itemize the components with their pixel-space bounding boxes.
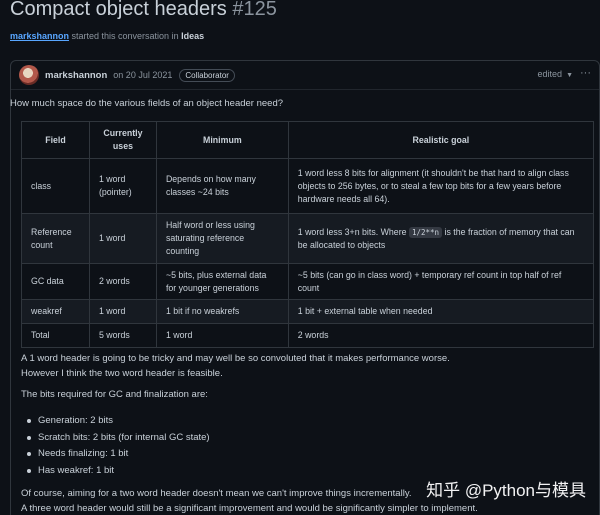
table-cell: ~5 bits, plus external data for younger … (156, 264, 288, 300)
table-cell: class (22, 159, 90, 214)
table-header-cell: Realistic goal (288, 122, 593, 159)
table-cell: GC data (22, 264, 90, 300)
list-item: Needs finalizing: 1 bit (26, 446, 210, 463)
comment-author[interactable]: markshannon (45, 70, 107, 81)
chevron-down-icon: ▼ (566, 72, 573, 79)
paragraph-line: Of course, aiming for a two word header … (21, 486, 478, 501)
table-cell: 2 words (288, 324, 593, 348)
paragraph: A 1 word header is going to be tricky an… (21, 351, 450, 381)
table-cell: 1 word (pointer) (89, 159, 156, 214)
category-link[interactable]: Ideas (181, 31, 204, 41)
table-cell: Total (22, 324, 90, 348)
avatar[interactable] (19, 65, 39, 85)
comment-header: markshannon on 20 Jul 2021 Collaborator … (11, 61, 599, 90)
table-cell: Depends on how many classes ~24 bits (156, 159, 288, 214)
table-row: weakref 1 word 1 bit if no weakrefs 1 bi… (22, 300, 594, 324)
table-cell: 2 words (89, 264, 156, 300)
paragraph-line: A three word header would still be a sig… (21, 501, 478, 515)
table-cell: 1 word (156, 324, 288, 348)
edited-label: edited (538, 69, 563, 79)
paragraph-line: A 1 word header is going to be tricky an… (21, 351, 450, 366)
table-row: Reference count 1 word Half word or less… (22, 214, 594, 264)
discussion-number: #125 (232, 0, 277, 20)
discussion-subline: markshannon started this conversation in… (10, 31, 204, 41)
table-header-cell: Minimum (156, 122, 288, 159)
header-fields-table: Field Currently uses Minimum Realistic g… (21, 121, 594, 348)
paragraph-line: However I think the two word header is f… (21, 366, 450, 381)
list-item: Scratch bits: 2 bits (for internal GC st… (26, 430, 210, 447)
table-header-cell: Field (22, 122, 90, 159)
bullet-list: Generation: 2 bits Scratch bits: 2 bits … (26, 413, 210, 479)
kebab-menu-icon[interactable]: ··· (580, 67, 591, 79)
table-cell: weakref (22, 300, 90, 324)
table-cell: 1 word less 8 bits for alignment (it sho… (288, 159, 593, 214)
table-row: Total 5 words 1 word 2 words (22, 324, 594, 348)
table-cell: Reference count (22, 214, 90, 264)
list-item: Has weakref: 1 bit (26, 463, 210, 480)
table-cell: Half word or less using saturating refer… (156, 214, 288, 264)
table-header-cell: Currently uses (89, 122, 156, 159)
collaborator-badge: Collaborator (179, 69, 235, 82)
author-link[interactable]: markshannon (10, 31, 69, 41)
goal-text: 1 word less 3+n bits. Where (298, 227, 409, 237)
subline-text: started this conversation in (69, 31, 181, 41)
watermark: 知乎 @Python与模具 (426, 476, 586, 501)
table-cell: 1 bit if no weakrefs (156, 300, 288, 324)
table-row: class 1 word (pointer) Depends on how ma… (22, 159, 594, 214)
table-header-row: Field Currently uses Minimum Realistic g… (22, 122, 594, 159)
page-title: Compact object headers #125 (10, 0, 277, 21)
list-item: Generation: 2 bits (26, 413, 210, 430)
inline-code: 1/2**n (409, 227, 442, 238)
table-cell: 1 word (89, 214, 156, 264)
table-cell: ~5 bits (can go in class word) + tempora… (288, 264, 593, 300)
discussion-title: Compact object headers (10, 0, 227, 20)
table-row: GC data 2 words ~5 bits, plus external d… (22, 264, 594, 300)
comment-date[interactable]: on 20 Jul 2021 (113, 70, 172, 80)
table-cell: 1 bit + external table when needed (288, 300, 593, 324)
table-cell: 1 word less 3+n bits. Where 1/2**n is th… (288, 214, 593, 264)
table-cell: 1 word (89, 300, 156, 324)
paragraph: Of course, aiming for a two word header … (21, 486, 478, 515)
paragraph: The bits required for GC and finalizatio… (21, 389, 208, 400)
question-text: How much space do the various fields of … (10, 98, 283, 109)
edited-dropdown[interactable]: edited▼ (538, 69, 573, 79)
table-cell: 5 words (89, 324, 156, 348)
